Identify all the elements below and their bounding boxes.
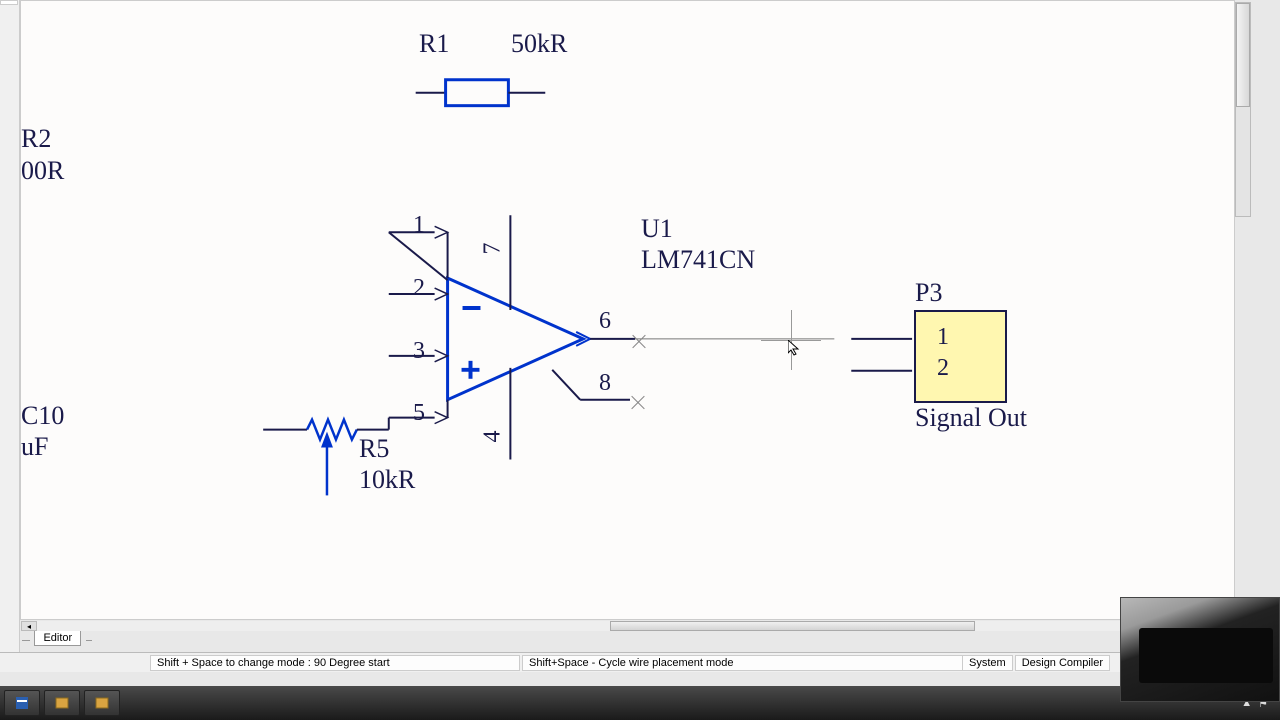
p3-pin1: 1	[937, 324, 949, 351]
c10-value: uF	[21, 432, 48, 462]
r1-value: 50kR	[511, 29, 567, 59]
u1-ref: U1	[641, 214, 673, 244]
schematic-canvas[interactable]: R1 50kR R2 00R C10 uF U1 LM741CN 1 2 3 5…	[20, 0, 1235, 620]
r2-value: 00R	[21, 156, 64, 186]
pin-5: 5	[413, 400, 425, 427]
p3-body	[914, 310, 1007, 403]
r2-ref: R2	[21, 124, 51, 154]
unconnected-pin-icon	[629, 393, 647, 411]
pin-7: 7	[480, 243, 507, 255]
sheet-tabs: Editor	[22, 628, 92, 644]
status-button-system[interactable]: System	[962, 655, 1013, 671]
r1-ref: R1	[419, 29, 449, 59]
vertical-scrollbar[interactable]	[1235, 2, 1251, 217]
pin-4: 4	[480, 431, 507, 443]
p3-pin2: 2	[937, 355, 949, 382]
taskbar-app-button[interactable]	[4, 690, 40, 716]
pin-6: 6	[599, 308, 611, 335]
p3-name: Signal Out	[915, 403, 1027, 433]
status-bar: Shift + Space to change mode : 90 Degree…	[0, 652, 1280, 672]
windows-taskbar[interactable]: ▲ ⚑	[0, 686, 1280, 720]
webcam-overlay	[1120, 597, 1280, 702]
taskbar-app-button[interactable]	[84, 690, 120, 716]
p3-ref: P3	[915, 278, 942, 308]
horizontal-scrollbar-thumb[interactable]	[610, 621, 975, 631]
pin-3: 3	[413, 338, 425, 365]
taskbar-app-button[interactable]	[44, 690, 80, 716]
pin-1: 1	[413, 212, 425, 239]
r5-value: 10kR	[359, 465, 415, 495]
pin-8: 8	[599, 370, 611, 397]
c10-ref: C10	[21, 401, 64, 431]
pin-2: 2	[413, 275, 425, 302]
u1-part: LM741CN	[641, 245, 755, 275]
status-button-compiler[interactable]: Design Compiler	[1015, 655, 1110, 671]
status-hint-left: Shift + Space to change mode : 90 Degree…	[150, 655, 520, 671]
left-panel-edge	[0, 0, 20, 672]
tab-editor[interactable]: Editor	[34, 631, 81, 646]
schematic-drawing	[21, 1, 1234, 619]
status-hint-mid: Shift+Space - Cycle wire placement mode	[522, 655, 967, 671]
unconnected-pin-icon	[630, 332, 648, 350]
vertical-scrollbar-thumb[interactable]	[1236, 3, 1250, 107]
r5-ref: R5	[359, 434, 389, 464]
